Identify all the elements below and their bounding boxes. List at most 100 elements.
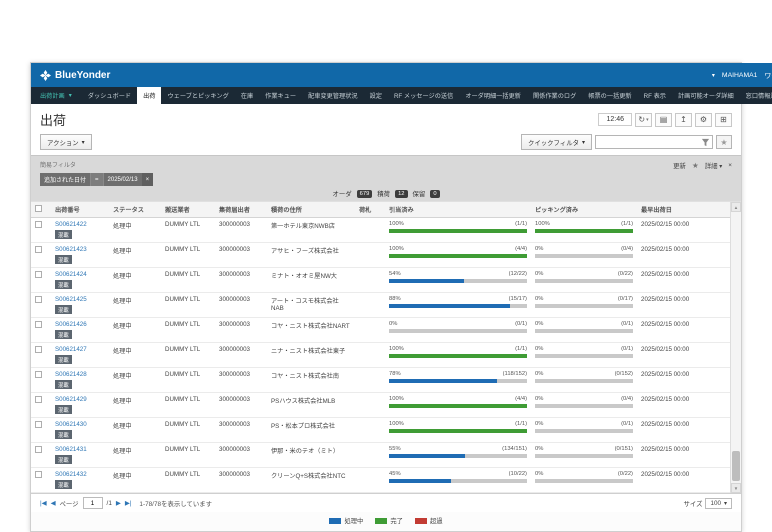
table-row[interactable]: S00621422 混載 処理中 DUMMY LTL 300000003 第一ホテ… xyxy=(31,218,730,243)
export-button[interactable]: ↥ xyxy=(675,112,692,127)
nav-tab-rf-display[interactable]: RF 表示 xyxy=(638,87,672,104)
user-menu-caret-icon[interactable]: ▾ xyxy=(712,72,715,79)
next-page-icon[interactable]: ▶ xyxy=(116,499,121,507)
tag-cell xyxy=(355,243,385,267)
nav-tab-dashboard[interactable]: ダッシュボード xyxy=(82,87,137,104)
select-all-checkbox[interactable] xyxy=(35,205,42,212)
row-checkbox[interactable] xyxy=(35,471,42,478)
row-checkbox[interactable] xyxy=(35,371,42,378)
close-panel-icon[interactable]: × xyxy=(728,162,732,169)
shipment-link[interactable]: S00621428 xyxy=(55,371,105,378)
nav-tab-order-bulk-update[interactable]: オーダ明細一括更新 xyxy=(459,87,527,104)
nav-tab-work-log[interactable]: 関係作業のログ xyxy=(527,87,582,104)
row-checkbox[interactable] xyxy=(35,271,42,278)
row-checkbox[interactable] xyxy=(35,221,42,228)
nav-tab-inventory[interactable]: 在庫 xyxy=(235,87,259,104)
nav-tab-wave-picking[interactable]: ウェーブとピッキング xyxy=(161,87,234,104)
shipment-link[interactable]: S00621430 xyxy=(55,421,105,428)
page-label: ページ xyxy=(59,500,79,508)
scrollbar-thumb[interactable] xyxy=(732,451,740,481)
legend-item: 超過 xyxy=(414,516,443,525)
shipment-link[interactable]: S00621427 xyxy=(55,346,105,353)
picked-cell: 0% (0/22) xyxy=(531,268,637,292)
column-header[interactable]: 積荷の住所 xyxy=(267,202,355,217)
nav-tab-report-bulk-update[interactable]: 帳票の一括更新 xyxy=(582,87,637,104)
shipment-link[interactable]: S00621431 xyxy=(55,446,105,453)
scroll-down-icon[interactable]: ▼ xyxy=(731,483,741,493)
nav-tab-window-info-send[interactable]: 窓口情報送信 xyxy=(740,87,772,104)
funnel-icon[interactable] xyxy=(701,138,710,147)
page-size-select[interactable]: 100 ▾ xyxy=(705,497,732,509)
column-header[interactable]: 出荷番号 xyxy=(51,202,109,217)
table-row[interactable]: S00621423 混載 処理中 DUMMY LTL 300000003 アサヒ・… xyxy=(31,243,730,268)
filter-input[interactable] xyxy=(596,138,701,146)
row-checkbox[interactable] xyxy=(35,446,42,453)
nav-tab-shipments[interactable]: 出荷 xyxy=(137,87,162,104)
settings-button[interactable]: ⚙ xyxy=(695,112,712,127)
row-checkbox[interactable] xyxy=(35,346,42,353)
table-row[interactable]: S00621429 混載 処理中 DUMMY LTL 300000003 PSハウ… xyxy=(31,393,730,418)
detail-dropdown[interactable]: 詳細 ▾ xyxy=(705,161,723,170)
filter-chip[interactable]: 追加された日付 = 2025/02/13 × xyxy=(40,173,154,186)
quick-filter-dropdown[interactable]: クイックフィルタ ▾ xyxy=(520,134,592,150)
mixed-load-badge: 混載 xyxy=(55,305,72,314)
tag-cell xyxy=(355,468,385,492)
column-header[interactable]: 引当済み xyxy=(385,202,531,217)
table-row[interactable]: S00621426 混載 処理中 DUMMY LTL 300000003 コヤ・ニ… xyxy=(31,318,730,343)
filter-chip-close-icon[interactable]: × xyxy=(141,173,154,186)
user-name[interactable]: MAIHAMA1 xyxy=(722,72,758,79)
row-checkbox[interactable] xyxy=(35,396,42,403)
refresh-button[interactable]: ↻ ▾ xyxy=(635,112,652,127)
nav-tab-carrier-change[interactable]: 配車変更管理状況 xyxy=(302,87,364,104)
progress-bar xyxy=(535,253,633,258)
progress-values: 100% (4/4) xyxy=(389,246,527,252)
first-page-icon[interactable]: |◀ xyxy=(40,499,47,507)
table-row[interactable]: S00621424 混載 処理中 DUMMY LTL 300000003 ミナト・… xyxy=(31,268,730,293)
row-checkbox[interactable] xyxy=(35,246,42,253)
table-row[interactable]: S00621431 混載 処理中 DUMMY LTL 300000003 伊那・米… xyxy=(31,443,730,468)
nav-tab-rf-message[interactable]: RF メッセージの送信 xyxy=(388,87,459,104)
workstation-link[interactable]: ワークステーション xyxy=(764,70,772,80)
nav-tab-work-queue[interactable]: 作業キュー xyxy=(259,87,302,104)
allocated-cell: 0% (0/1) xyxy=(385,318,531,342)
nav-tab-plannable-orders[interactable]: 計画可能オーダ詳細 xyxy=(672,87,740,104)
table-row[interactable]: S00621425 混載 処理中 DUMMY LTL 300000003 アート・… xyxy=(31,293,730,318)
shipment-link[interactable]: S00621432 xyxy=(55,471,105,478)
header-select-all[interactable] xyxy=(31,202,51,217)
shipment-link[interactable]: S00621429 xyxy=(55,396,105,403)
nav-tab-settings[interactable]: 設定 xyxy=(364,87,388,104)
scroll-up-icon[interactable]: ▲ xyxy=(731,202,741,212)
update-button[interactable]: 更新 xyxy=(673,161,686,170)
print-button[interactable]: ▤ xyxy=(655,112,672,127)
shipment-link[interactable]: S00621424 xyxy=(55,271,105,278)
vertical-scrollbar[interactable]: ▲ ▼ xyxy=(730,202,741,493)
column-header[interactable]: ステータス xyxy=(109,202,161,217)
last-page-icon[interactable]: ▶| xyxy=(125,499,132,507)
column-header[interactable]: 荷札 xyxy=(355,202,385,217)
column-header[interactable]: 搬送業者 xyxy=(161,202,215,217)
mixed-load-badge: 混載 xyxy=(55,355,72,364)
shipment-link[interactable]: S00621422 xyxy=(55,221,105,228)
star-icon[interactable]: ★ xyxy=(692,161,699,170)
actions-dropdown-button[interactable]: アクション ▾ xyxy=(40,134,92,150)
column-header[interactable]: 集荷届出者 xyxy=(215,202,267,217)
column-header[interactable]: ピッキング済み xyxy=(531,202,637,217)
shipment-link[interactable]: S00621423 xyxy=(55,246,105,253)
layout-button[interactable]: ⊞ xyxy=(715,112,732,127)
nav-context-menu[interactable]: 出荷計画 ▾ xyxy=(31,87,82,104)
column-header[interactable]: 最早出荷日 xyxy=(637,202,730,217)
prev-page-icon[interactable]: ◀ xyxy=(51,499,56,507)
page-input[interactable] xyxy=(82,497,103,509)
table-row[interactable]: S00621430 混載 処理中 DUMMY LTL 300000003 PS・松… xyxy=(31,418,730,443)
table-row[interactable]: S00621432 混載 処理中 DUMMY LTL 300000003 クリーン… xyxy=(31,468,730,493)
tag-cell xyxy=(355,368,385,392)
row-checkbox[interactable] xyxy=(35,296,42,303)
table-row[interactable]: S00621427 混載 処理中 DUMMY LTL 300000003 ニナ・ニ… xyxy=(31,343,730,368)
shipment-link[interactable]: S00621426 xyxy=(55,321,105,328)
favorite-button[interactable]: ★ xyxy=(716,135,732,149)
table-row[interactable]: S00621428 混載 処理中 DUMMY LTL 300000003 コヤ・ニ… xyxy=(31,368,730,393)
progress-values: 78% (118/152) xyxy=(389,371,527,377)
row-checkbox[interactable] xyxy=(35,421,42,428)
row-checkbox[interactable] xyxy=(35,321,42,328)
shipment-link[interactable]: S00621425 xyxy=(55,296,105,303)
